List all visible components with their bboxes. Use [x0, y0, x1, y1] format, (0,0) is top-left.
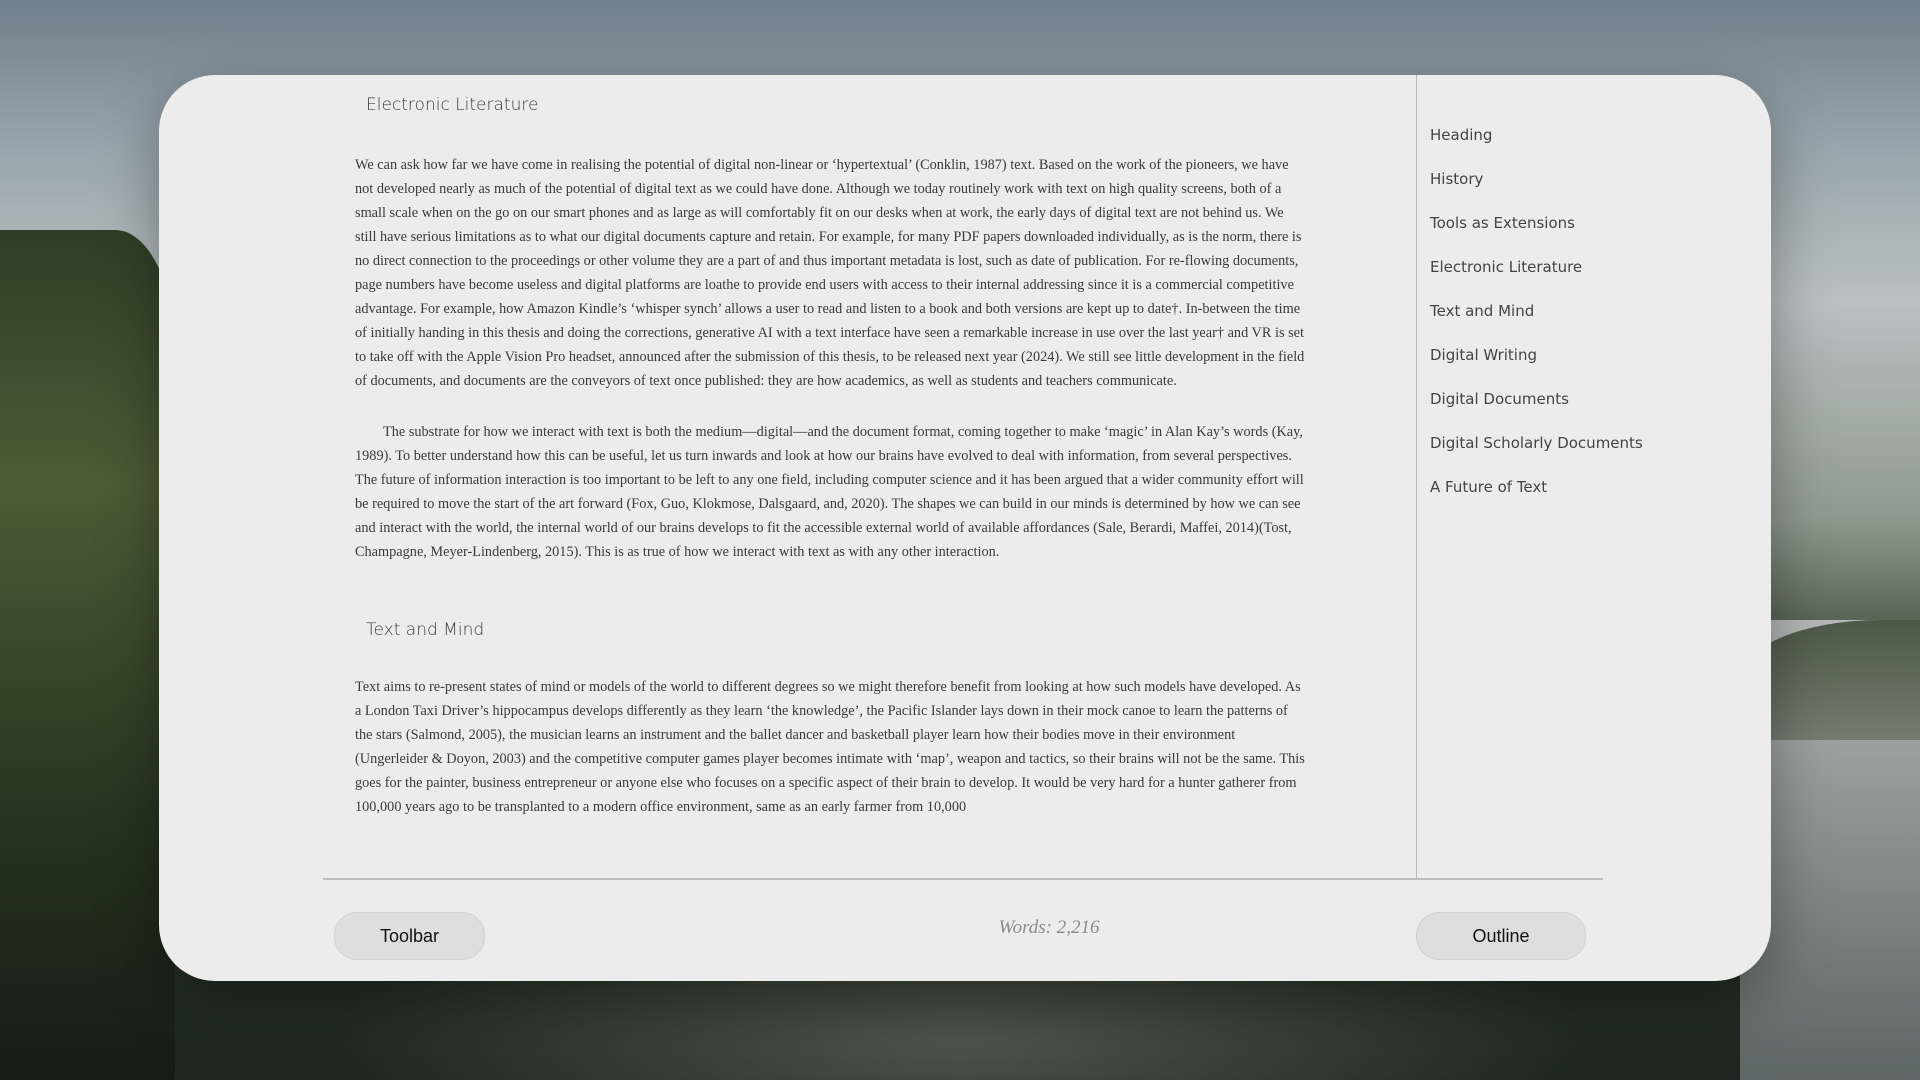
outline-item-a-future-of-text[interactable]: A Future of Text [1430, 465, 1750, 509]
outline-item-electronic-literature[interactable]: Electronic Literature [1430, 245, 1750, 289]
outline-item-digital-documents[interactable]: Digital Documents [1430, 377, 1750, 421]
outline-button[interactable]: Outline [1416, 912, 1586, 960]
outline-item-digital-scholarly-documents[interactable]: Digital Scholarly Documents [1430, 421, 1750, 465]
outline-item-tools-as-extensions[interactable]: Tools as Extensions [1430, 201, 1750, 245]
outline-panel: Heading History Tools as Extensions Elec… [1430, 113, 1750, 509]
section-heading-electronic-literature[interactable]: Electronic Literature [355, 95, 538, 115]
editor-window: Electronic Literature We can ask how far… [159, 75, 1771, 981]
word-count: Words: 2,216 [998, 917, 1100, 938]
toolbar-button[interactable]: Toolbar [334, 912, 485, 960]
paragraph[interactable]: The substrate for how we interact with t… [355, 420, 1305, 564]
outline-item-history[interactable]: History [1430, 157, 1750, 201]
section-heading-text-and-mind[interactable]: Text and Mind [355, 620, 484, 640]
background-forest [0, 230, 175, 1080]
paragraph[interactable]: We can ask how far we have come in reali… [355, 153, 1305, 393]
paragraph[interactable]: Text aims to re-present states of mind o… [355, 675, 1305, 819]
outline-divider [1416, 75, 1417, 879]
outline-item-digital-writing[interactable]: Digital Writing [1430, 333, 1750, 377]
footer-divider [323, 878, 1603, 880]
outline-item-text-and-mind[interactable]: Text and Mind [1430, 289, 1750, 333]
document-editor[interactable]: Electronic Literature We can ask how far… [159, 75, 1416, 878]
outline-item-heading[interactable]: Heading [1430, 113, 1750, 157]
